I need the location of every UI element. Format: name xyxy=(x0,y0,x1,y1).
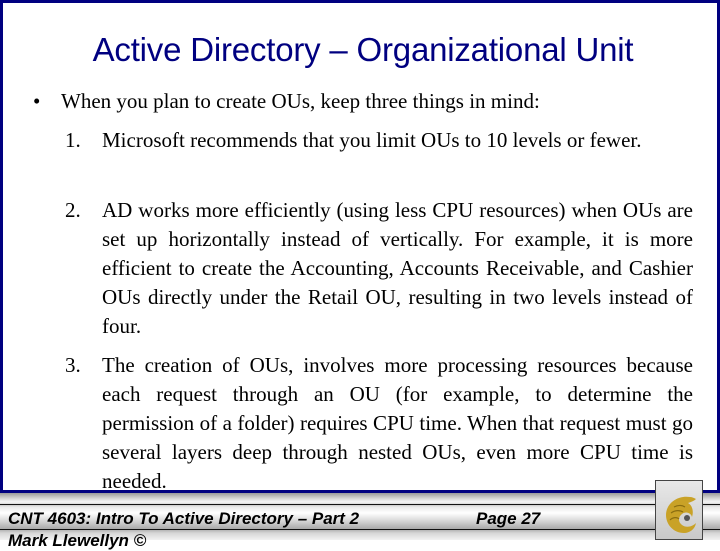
author-label: Mark Llewellyn © xyxy=(8,531,147,550)
bullet-text: When you plan to create OUs, keep three … xyxy=(61,89,540,113)
list-item-text: Microsoft recommends that you limit OUs … xyxy=(102,128,642,152)
list-item-text: The creation of OUs, involves more proce… xyxy=(102,353,693,493)
logo-box xyxy=(655,480,703,540)
bullet-marker: • xyxy=(33,89,41,113)
list-item: 2. AD works more efficiently (using less… xyxy=(65,196,693,341)
footer-divider xyxy=(0,529,720,530)
footer-divider xyxy=(0,504,720,505)
list-item-number: 1. xyxy=(65,128,81,152)
slide-title: Active Directory – Organizational Unit xyxy=(92,31,634,68)
pegasus-logo-icon xyxy=(666,496,696,533)
slide-frame: Active Directory – Organizational Unit •… xyxy=(0,0,720,493)
list-item-number: 3. xyxy=(65,353,81,377)
list-item: 1. Microsoft recommends that you limit O… xyxy=(65,126,693,155)
slide-footer: CNT 4603: Intro To Active Directory – Pa… xyxy=(0,493,720,550)
list-item: 3. The creation of OUs, involves more pr… xyxy=(65,351,693,496)
page-number: Page 27 xyxy=(476,509,541,528)
course-label: CNT 4603: Intro To Active Directory – Pa… xyxy=(8,509,360,528)
list-item-number: 2. xyxy=(65,198,81,222)
list-item-text: AD works more efficiently (using less CP… xyxy=(102,198,693,338)
